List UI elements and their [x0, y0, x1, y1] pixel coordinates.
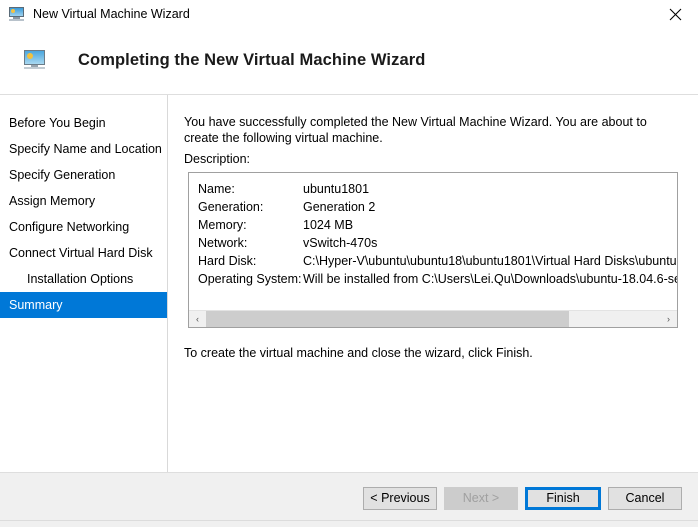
- finish-button[interactable]: Finish: [525, 487, 601, 510]
- description-value: 1024 MB: [303, 218, 354, 232]
- sidebar-item-specify-name-and-location[interactable]: Specify Name and Location: [0, 136, 167, 162]
- finish-hint-text: To create the virtual machine and close …: [184, 346, 533, 360]
- window-title: New Virtual Machine Wizard: [33, 7, 190, 21]
- description-value: Generation 2: [303, 200, 376, 214]
- description-row-network: Network: vSwitch-470s: [189, 234, 677, 252]
- sidebar-item-specify-generation[interactable]: Specify Generation: [0, 162, 167, 188]
- description-content: Name: ubuntu1801 Generation: Generation …: [189, 173, 677, 310]
- description-key: Generation:: [198, 200, 264, 214]
- sidebar-item-installation-options[interactable]: Installation Options: [0, 266, 167, 292]
- description-key: Hard Disk:: [198, 254, 257, 268]
- close-icon: [669, 8, 682, 21]
- description-value: vSwitch-470s: [303, 236, 378, 250]
- cancel-button[interactable]: Cancel: [608, 487, 682, 510]
- scrollbar-thumb[interactable]: [206, 311, 570, 327]
- description-value: C:\Hyper-V\ubuntu\ubuntu18\ubuntu1801\Vi…: [303, 254, 677, 268]
- description-key: Operating System:: [198, 272, 302, 286]
- description-value: Will be installed from C:\Users\Lei.Qu\D…: [303, 272, 677, 286]
- page-title: Completing the New Virtual Machine Wizar…: [78, 51, 426, 69]
- description-key: Network:: [198, 236, 248, 250]
- description-key: Name:: [198, 182, 235, 196]
- close-button[interactable]: [653, 0, 698, 29]
- scroll-left-icon[interactable]: ‹: [189, 311, 206, 327]
- wizard-main-panel: You have successfully completed the New …: [169, 95, 698, 472]
- description-row-operating-system: Operating System: Will be installed from…: [189, 270, 677, 288]
- wizard-body: Before You Begin Specify Name and Locati…: [0, 95, 698, 472]
- intro-text: You have successfully completed the New …: [184, 115, 647, 145]
- sidebar-item-connect-virtual-hard-disk[interactable]: Connect Virtual Hard Disk: [0, 240, 167, 266]
- wizard-header: Completing the New Virtual Machine Wizar…: [0, 29, 698, 95]
- bottom-strip: [0, 521, 698, 527]
- previous-button[interactable]: < Previous: [363, 487, 437, 510]
- description-box: Name: ubuntu1801 Generation: Generation …: [188, 172, 678, 328]
- title-bar: New Virtual Machine Wizard: [0, 0, 698, 29]
- description-row-name: Name: ubuntu1801: [189, 180, 677, 198]
- description-row-generation: Generation: Generation 2: [189, 198, 677, 216]
- description-value: ubuntu1801: [303, 182, 370, 196]
- virtual-machine-header-icon: [22, 50, 46, 71]
- wizard-button-bar: < Previous Next > Finish Cancel: [0, 472, 698, 520]
- virtual-machine-icon: [8, 7, 25, 22]
- next-button: Next >: [444, 487, 518, 510]
- horizontal-scrollbar[interactable]: ‹ ›: [189, 310, 677, 327]
- description-key: Memory:: [198, 218, 247, 232]
- sidebar-item-summary[interactable]: Summary: [0, 292, 167, 318]
- sidebar-item-assign-memory[interactable]: Assign Memory: [0, 188, 167, 214]
- wizard-step-list: Before You Begin Specify Name and Locati…: [0, 95, 168, 472]
- sidebar-item-configure-networking[interactable]: Configure Networking: [0, 214, 167, 240]
- description-row-memory: Memory: 1024 MB: [189, 216, 677, 234]
- description-label: Description:: [184, 152, 250, 166]
- description-row-hard-disk: Hard Disk: C:\Hyper-V\ubuntu\ubuntu18\ub…: [189, 252, 677, 270]
- scroll-right-icon[interactable]: ›: [660, 311, 677, 327]
- sidebar-item-before-you-begin[interactable]: Before You Begin: [0, 110, 167, 136]
- scrollbar-track[interactable]: [206, 311, 660, 327]
